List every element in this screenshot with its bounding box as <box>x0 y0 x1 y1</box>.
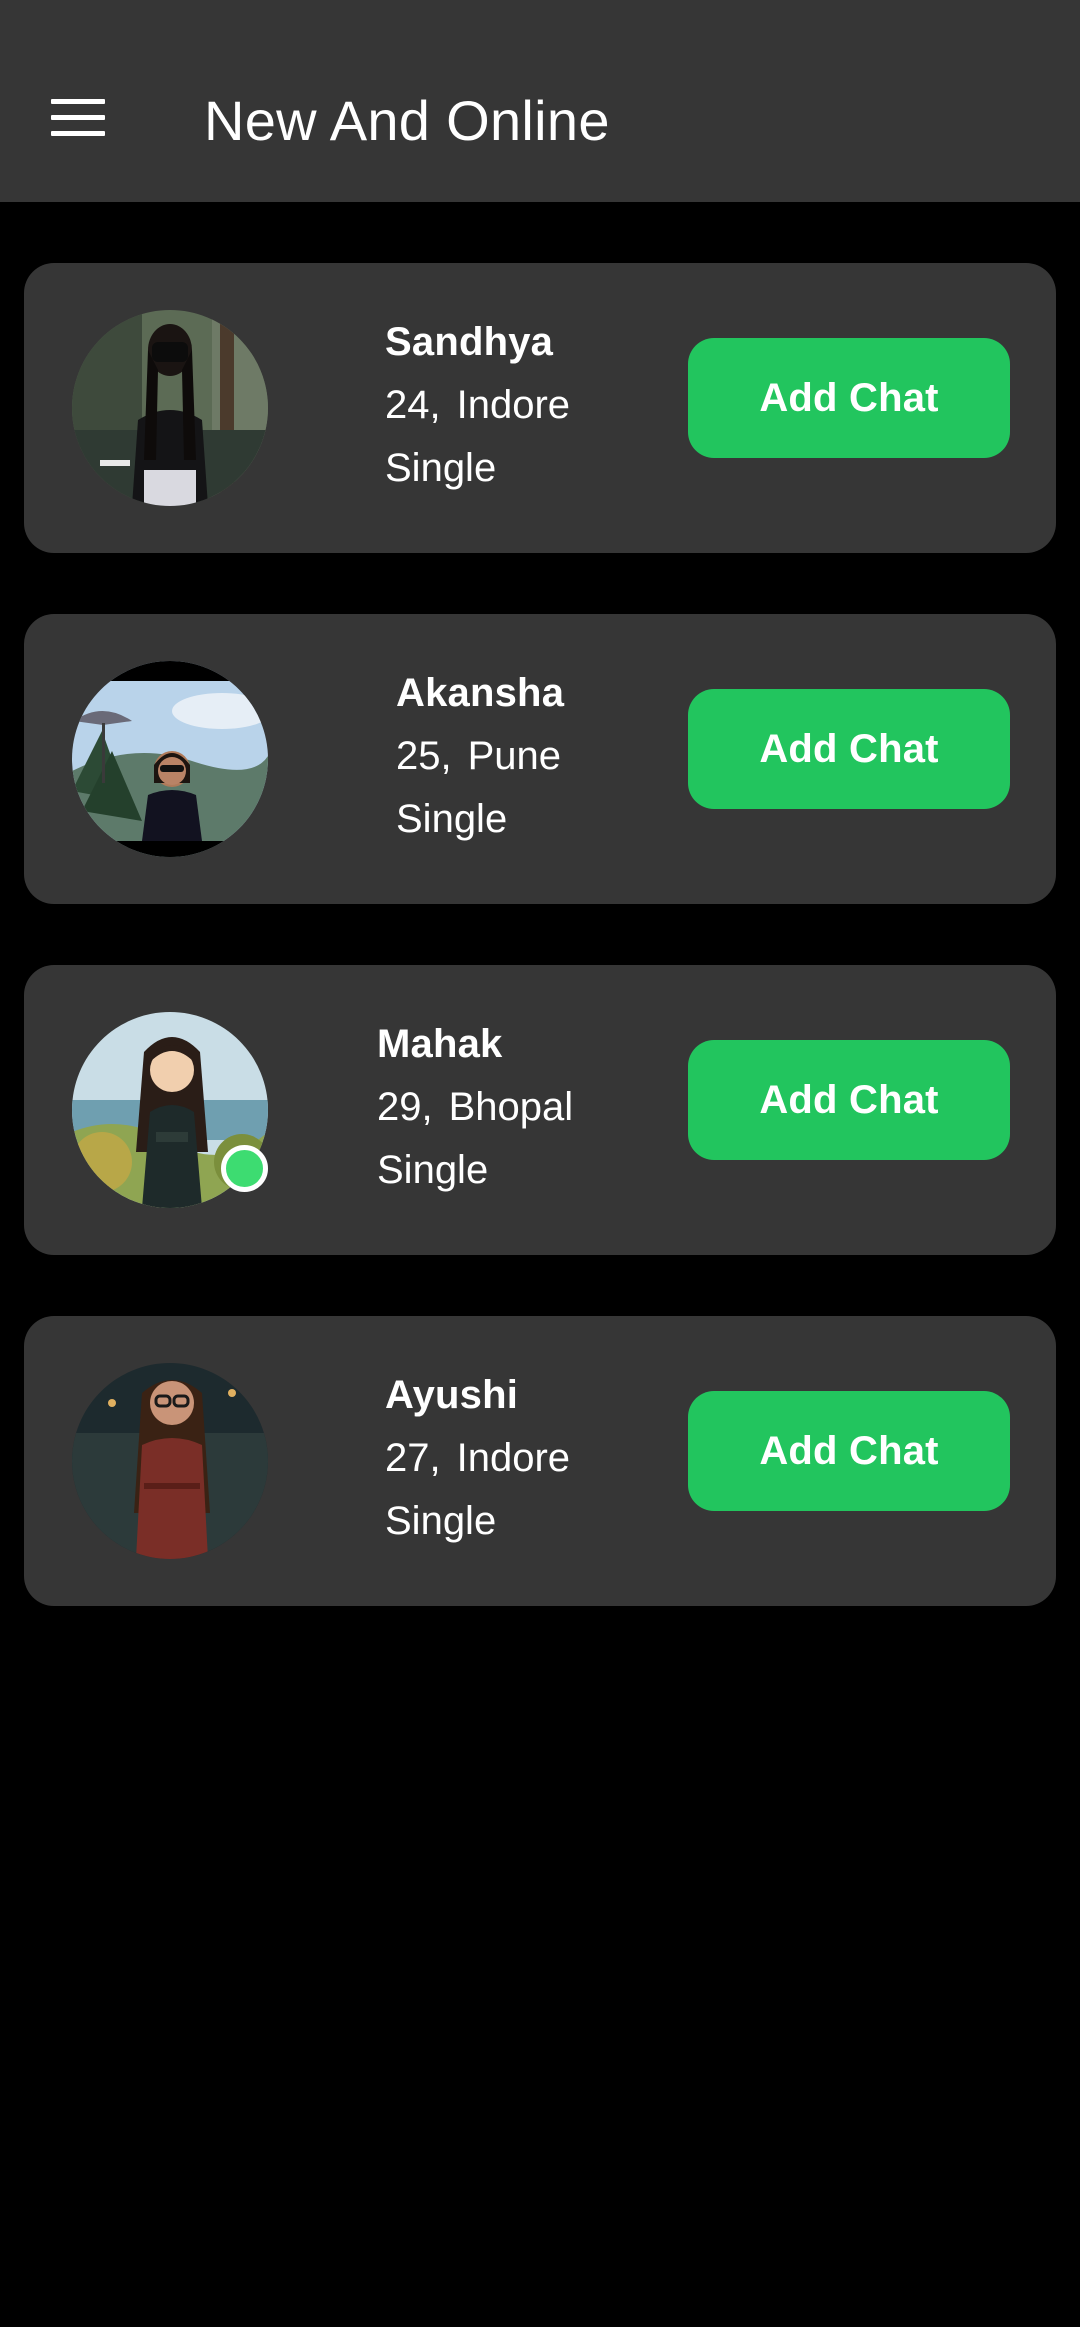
add-chat-button[interactable]: Add Chat <box>688 1040 1010 1160</box>
profile-city: Bhopal <box>448 1085 574 1129</box>
profile-card: Sandhya 24, Indore Single Add Chat <box>24 263 1056 553</box>
profile-info: Mahak 29, Bhopal Single <box>377 1013 573 1202</box>
profile-name: Sandhya <box>385 320 554 364</box>
profile-age: 29, <box>377 1085 433 1129</box>
profile-relationship-status: Single <box>396 797 508 841</box>
app-bar: New And Online <box>0 0 1080 202</box>
profile-info: Sandhya 24, Indore Single <box>385 311 570 500</box>
profile-relationship-status: Single <box>385 446 497 490</box>
profile-age-city: 29, Bhopal <box>377 1076 573 1139</box>
profile-card: Ayushi 27, Indore Single Add Chat <box>24 1316 1056 1606</box>
avatar[interactable] <box>72 661 268 857</box>
add-chat-button[interactable]: Add Chat <box>688 338 1010 458</box>
profile-card: Mahak 29, Bhopal Single Add Chat <box>24 965 1056 1255</box>
profile-age-city: 27, Indore <box>385 1427 570 1490</box>
avatar[interactable] <box>72 310 268 506</box>
profile-photo <box>72 1363 268 1559</box>
menu-line <box>51 115 105 120</box>
profile-city: Indore <box>456 1436 571 1480</box>
profile-age-city: 25, Pune <box>396 725 564 788</box>
profile-info: Akansha 25, Pune Single <box>396 662 564 851</box>
profile-name: Ayushi <box>385 1373 519 1417</box>
profile-age-city: 24, Indore <box>385 374 570 437</box>
online-indicator <box>221 1145 268 1192</box>
profile-relationship-status: Single <box>385 1499 497 1543</box>
profile-age: 27, <box>385 1436 441 1480</box>
profile-city: Pune <box>467 734 562 778</box>
menu-line <box>51 131 105 136</box>
profile-relationship-status: Single <box>377 1148 489 1192</box>
profile-card: Akansha 25, Pune Single Add Chat <box>24 614 1056 904</box>
profile-info: Ayushi 27, Indore Single <box>385 1364 570 1553</box>
menu-line <box>51 99 105 104</box>
page-title: New And Online <box>204 89 610 152</box>
add-chat-button[interactable]: Add Chat <box>688 1391 1010 1511</box>
profile-photo <box>72 310 268 506</box>
profile-photo <box>72 661 268 857</box>
avatar[interactable] <box>72 1363 268 1559</box>
profile-age: 25, <box>396 734 452 778</box>
add-chat-button[interactable]: Add Chat <box>688 689 1010 809</box>
profile-name: Akansha <box>396 671 565 715</box>
profile-city: Indore <box>456 383 571 427</box>
hamburger-menu-icon[interactable] <box>40 90 116 150</box>
profile-name: Mahak <box>377 1022 503 1066</box>
profile-age: 24, <box>385 383 441 427</box>
